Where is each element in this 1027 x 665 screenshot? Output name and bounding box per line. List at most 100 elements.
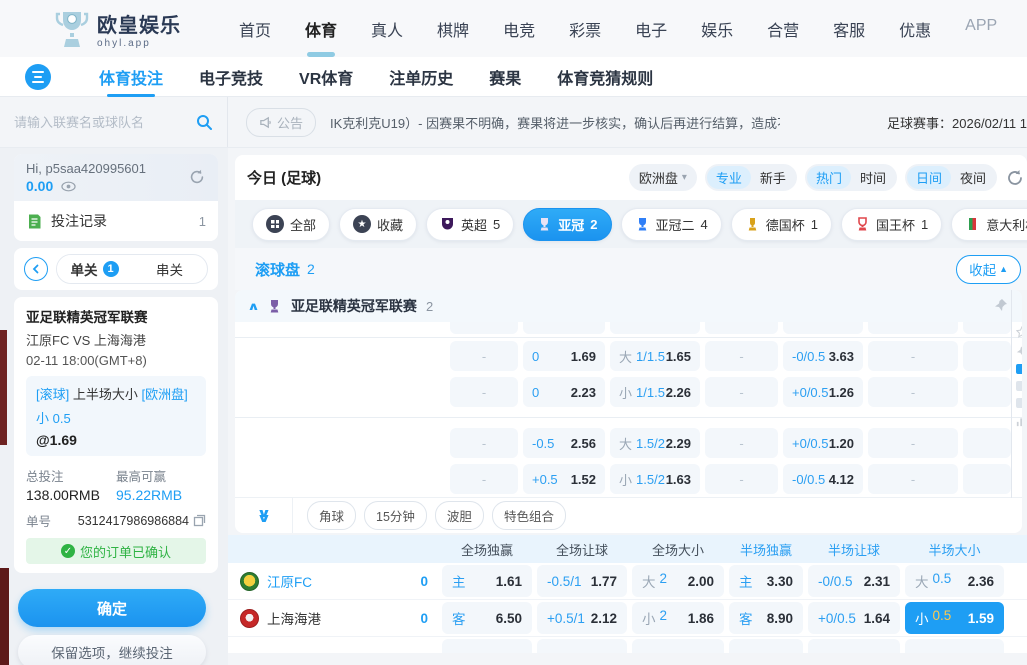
toggle-hot[interactable]: 热门 — [807, 166, 851, 189]
filter-german-cup[interactable]: 德国杯 1 — [731, 208, 832, 241]
toggle-novice[interactable]: 新手 — [751, 166, 795, 189]
max-win-label: 最高可赢 — [116, 466, 206, 485]
tab-vr-sports[interactable]: VR体育 — [299, 65, 353, 89]
filter-epl-count: 5 — [493, 217, 500, 232]
filter-copa-del-rey[interactable]: 国王杯 1 — [841, 208, 942, 241]
bet-record-row[interactable]: 投注记录 1 — [14, 201, 218, 241]
refresh-balance-icon[interactable] — [188, 168, 206, 186]
search-icon[interactable] — [196, 114, 213, 131]
trophy-icon — [745, 217, 760, 232]
league-group-count: 2 — [426, 299, 433, 314]
odds-cell[interactable]: -0.52.56 — [523, 428, 605, 458]
market-specials[interactable]: 特色组合 — [492, 501, 566, 530]
search-input[interactable] — [14, 115, 196, 130]
odds-cell[interactable]: +0/0.51.64 — [808, 602, 900, 634]
odds-cell[interactable]: 客6.50 — [442, 602, 532, 634]
confirm-button[interactable]: 确定 — [18, 589, 206, 627]
nav-esports[interactable]: 电竞 — [503, 11, 535, 47]
user-info: Hi, p5saa420995601 0.00 — [14, 154, 218, 201]
menu-icon[interactable] — [25, 64, 51, 90]
nav-slots[interactable]: 电子 — [635, 11, 667, 47]
brand-logo[interactable]: 欧皇娱乐 ohyl.app — [55, 9, 181, 49]
odds-cell: - — [450, 464, 518, 494]
nav-promo[interactable]: 优惠 — [899, 11, 931, 47]
odds-cell[interactable]: +0/0.51.20 — [783, 428, 863, 458]
odds-cell[interactable]: -0.5/11.77 — [537, 565, 627, 597]
odds-cell-selected[interactable]: 小0.51.59 — [905, 602, 1004, 634]
team-name[interactable]: 江原FC — [267, 571, 412, 591]
tab-bet-history[interactable]: 注单历史 — [389, 65, 453, 89]
odds-cell[interactable]: 主1.61 — [442, 565, 532, 597]
back-arrow-icon[interactable] — [24, 257, 48, 281]
league-group-header[interactable]: ∧ 亚足联精英冠军联赛 2 — [235, 290, 1022, 322]
copy-icon[interactable] — [193, 514, 206, 527]
toggle-time[interactable]: 时间 — [851, 166, 895, 189]
betslip-card: 亚足联精英冠军联赛 江原FC VS 上海海港 02-11 18:00(GMT+8… — [14, 297, 218, 573]
toggle-day[interactable]: 日间 — [907, 166, 951, 189]
odds-cell[interactable]: 大1.5/22.29 — [610, 428, 700, 458]
tab-parlay-bet[interactable]: 串关 — [132, 255, 207, 283]
market-correct-score[interactable]: 波胆 — [435, 501, 484, 530]
odds-cell: - — [450, 428, 518, 458]
nav-app[interactable]: APP — [965, 11, 997, 47]
market-corners[interactable]: 角球 — [307, 501, 356, 530]
odds-cell[interactable]: 主3.30 — [729, 565, 803, 597]
odds-cell[interactable]: +0.5/12.12 — [537, 602, 627, 634]
star-outline-icon[interactable] — [1016, 326, 1022, 338]
collapse-button[interactable]: 收起 ▲ — [956, 255, 1021, 284]
odds-cell[interactable]: -0/0.52.31 — [808, 565, 900, 597]
odds-cell[interactable]: 02.23 — [523, 377, 605, 407]
nav-support[interactable]: 客服 — [833, 11, 865, 47]
odds-cell[interactable]: +0/0.51.26 — [783, 377, 863, 407]
market-15min[interactable]: 15分钟 — [364, 501, 427, 530]
odds-cell[interactable]: 小1.5/21.63 — [610, 464, 700, 494]
pin-icon[interactable] — [994, 298, 1008, 312]
filter-acl[interactable]: 亚冠 2 — [523, 208, 611, 241]
eye-icon[interactable] — [61, 181, 76, 192]
filter-premier-league[interactable]: 英超 5 — [426, 208, 514, 241]
double-chevron-down-icon[interactable]: ∨∨ — [235, 498, 293, 533]
nav-lottery[interactable]: 彩票 — [569, 11, 601, 47]
filter-coppa-italia[interactable]: 意大利杯 1 — [951, 208, 1027, 241]
refresh-odds-icon[interactable] — [1005, 168, 1025, 188]
nav-sports[interactable]: 体育 — [305, 11, 337, 47]
odds-cell[interactable]: 01.69 — [523, 341, 605, 371]
tab-sports-betting[interactable]: 体育投注 — [99, 65, 163, 89]
odds-cell[interactable]: 小21.86 — [632, 602, 724, 634]
odds-cell: - — [450, 377, 518, 407]
team-name[interactable]: 上海海港 — [267, 608, 412, 628]
star-icon: ★ — [353, 215, 371, 233]
slip-live-tag: [滚球] — [36, 387, 69, 402]
odds-cell[interactable]: 大22.00 — [632, 565, 724, 597]
tab-results[interactable]: 赛果 — [489, 65, 521, 89]
filter-acl-label: 亚冠 — [558, 215, 584, 234]
sports-menu: 体育投注 电子竞技 VR体育 注单历史 赛果 体育竞猜规则 — [99, 65, 653, 89]
tab-esports[interactable]: 电子竞技 — [199, 65, 263, 89]
chevron-up-icon[interactable]: ∧ — [247, 300, 260, 313]
odds-cell[interactable]: -0/0.53.63 — [783, 341, 863, 371]
nav-affiliate[interactable]: 合营 — [767, 11, 799, 47]
triangle-up-icon: ▲ — [999, 264, 1008, 274]
toggle-pro[interactable]: 专业 — [707, 166, 751, 189]
tab-single-bet[interactable]: 单关 1 — [57, 255, 132, 283]
league-group-card: ∧ 亚足联精英冠军联赛 2 — [235, 290, 1022, 533]
odds-cell[interactable]: -0/0.54.12 — [783, 464, 863, 494]
keep-selections-button[interactable]: 保留选项，继续投注 — [18, 635, 206, 665]
odds-cell[interactable]: 大1/1.51.65 — [610, 341, 700, 371]
nav-entertainment[interactable]: 娱乐 — [701, 11, 733, 47]
odds-cell[interactable]: 小1/1.52.26 — [610, 377, 700, 407]
nav-home[interactable]: 首页 — [239, 11, 271, 47]
stats-bars-icon[interactable] — [1016, 415, 1022, 427]
handicap-type-dropdown[interactable]: 欧洲盘 ▾ — [629, 164, 697, 191]
filter-acl2[interactable]: 亚冠二 4 — [621, 208, 722, 241]
filter-favorites[interactable]: ★ 收藏 — [339, 208, 417, 241]
toggle-night[interactable]: 夜间 — [951, 166, 995, 189]
pin-icon[interactable] — [1016, 345, 1022, 357]
odds-cell[interactable]: +0.51.52 — [523, 464, 605, 494]
nav-cards[interactable]: 棋牌 — [437, 11, 469, 47]
filter-all[interactable]: 全部 — [252, 208, 330, 241]
odds-cell[interactable]: 客8.90 — [729, 602, 803, 634]
odds-cell[interactable]: 大0.52.36 — [905, 565, 1004, 597]
nav-live-casino[interactable]: 真人 — [371, 11, 403, 47]
tab-rules[interactable]: 体育竞猜规则 — [557, 65, 653, 89]
